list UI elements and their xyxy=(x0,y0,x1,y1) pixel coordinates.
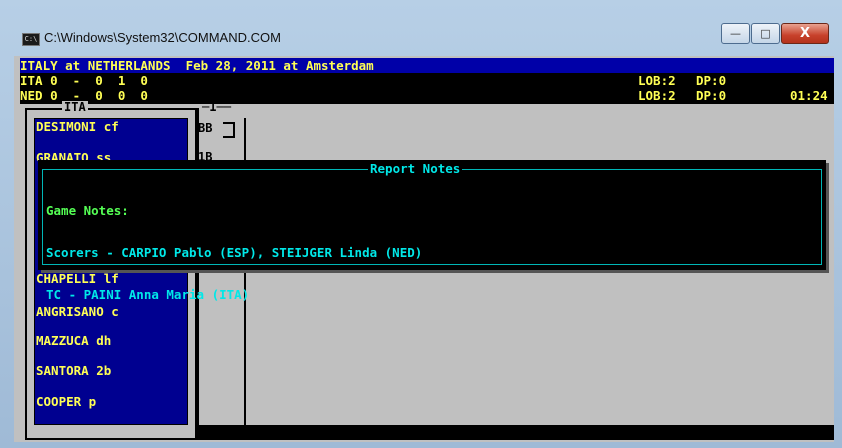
lob-value: LOB:2 xyxy=(638,88,676,103)
scoreboard: ITALY at NETHERLANDS Feb 28, 2011 at Ams… xyxy=(20,58,834,104)
console-area[interactable]: ITALY at NETHERLANDS Feb 28, 2011 at Ams… xyxy=(14,56,834,442)
dp-value: DP:0 xyxy=(696,73,727,88)
close-button[interactable]: X xyxy=(781,23,829,44)
minimize-button[interactable]: — xyxy=(721,23,750,44)
lineup-player[interactable]: SANTORA 2b xyxy=(36,364,111,378)
play-cell-bb[interactable]: BB xyxy=(198,122,212,135)
window-controls: — □ X xyxy=(720,23,829,44)
dp-value: DP:0 xyxy=(696,88,727,103)
status-bar xyxy=(198,425,834,440)
console-app-icon[interactable]: C:\ xyxy=(22,33,40,46)
team-row-ned: NED 0 - 0 0 0 LOB:2 DP:0 01:24 xyxy=(20,88,834,103)
lineup-player[interactable]: COOPER p xyxy=(36,395,96,409)
notes-heading: Game Notes: xyxy=(46,203,129,218)
lineup-title: ITA xyxy=(62,100,88,114)
notes-line: Scorers - CARPIO Pablo (ESP), STEIJGER L… xyxy=(46,245,423,260)
team-row-ita: ITA 0 - 0 1 0 LOB:2 DP:0 xyxy=(20,73,834,88)
lob-value: LOB:2 xyxy=(638,73,676,88)
team-score-line: ITA 0 - 0 1 0 xyxy=(20,73,148,88)
command-window: C:\ C:\Windows\System32\COMMAND.COM — □ … xyxy=(0,0,842,448)
notes-line: TC - PAINI Anna Maria (ITA) xyxy=(46,287,250,302)
lineup-player[interactable]: MAZZUCA dh xyxy=(36,334,111,348)
inning-number: 1 xyxy=(209,100,217,114)
notes-body[interactable]: Game Notes: Scorers - CARPIO Pablo (ESP)… xyxy=(46,176,422,330)
dialog-title: Report Notes xyxy=(368,161,463,176)
game-header: ITALY at NETHERLANDS Feb 28, 2011 at Ams… xyxy=(20,58,374,73)
window-title: C:\Windows\System32\COMMAND.COM xyxy=(44,30,281,45)
lineup-player[interactable]: DESIMONI cf xyxy=(36,120,119,134)
inning-header: ─1── xyxy=(202,100,231,114)
report-notes-dialog[interactable]: Report Notes Game Notes: Scorers - CARPI… xyxy=(38,160,826,302)
title-bar[interactable]: C:\ C:\Windows\System32\COMMAND.COM — □ … xyxy=(0,0,842,56)
bb-bracket-icon xyxy=(223,122,235,138)
game-header-row: ITALY at NETHERLANDS Feb 28, 2011 at Ams… xyxy=(20,58,834,73)
maximize-button[interactable]: □ xyxy=(751,23,780,44)
game-clock: 01:24 xyxy=(790,88,828,103)
